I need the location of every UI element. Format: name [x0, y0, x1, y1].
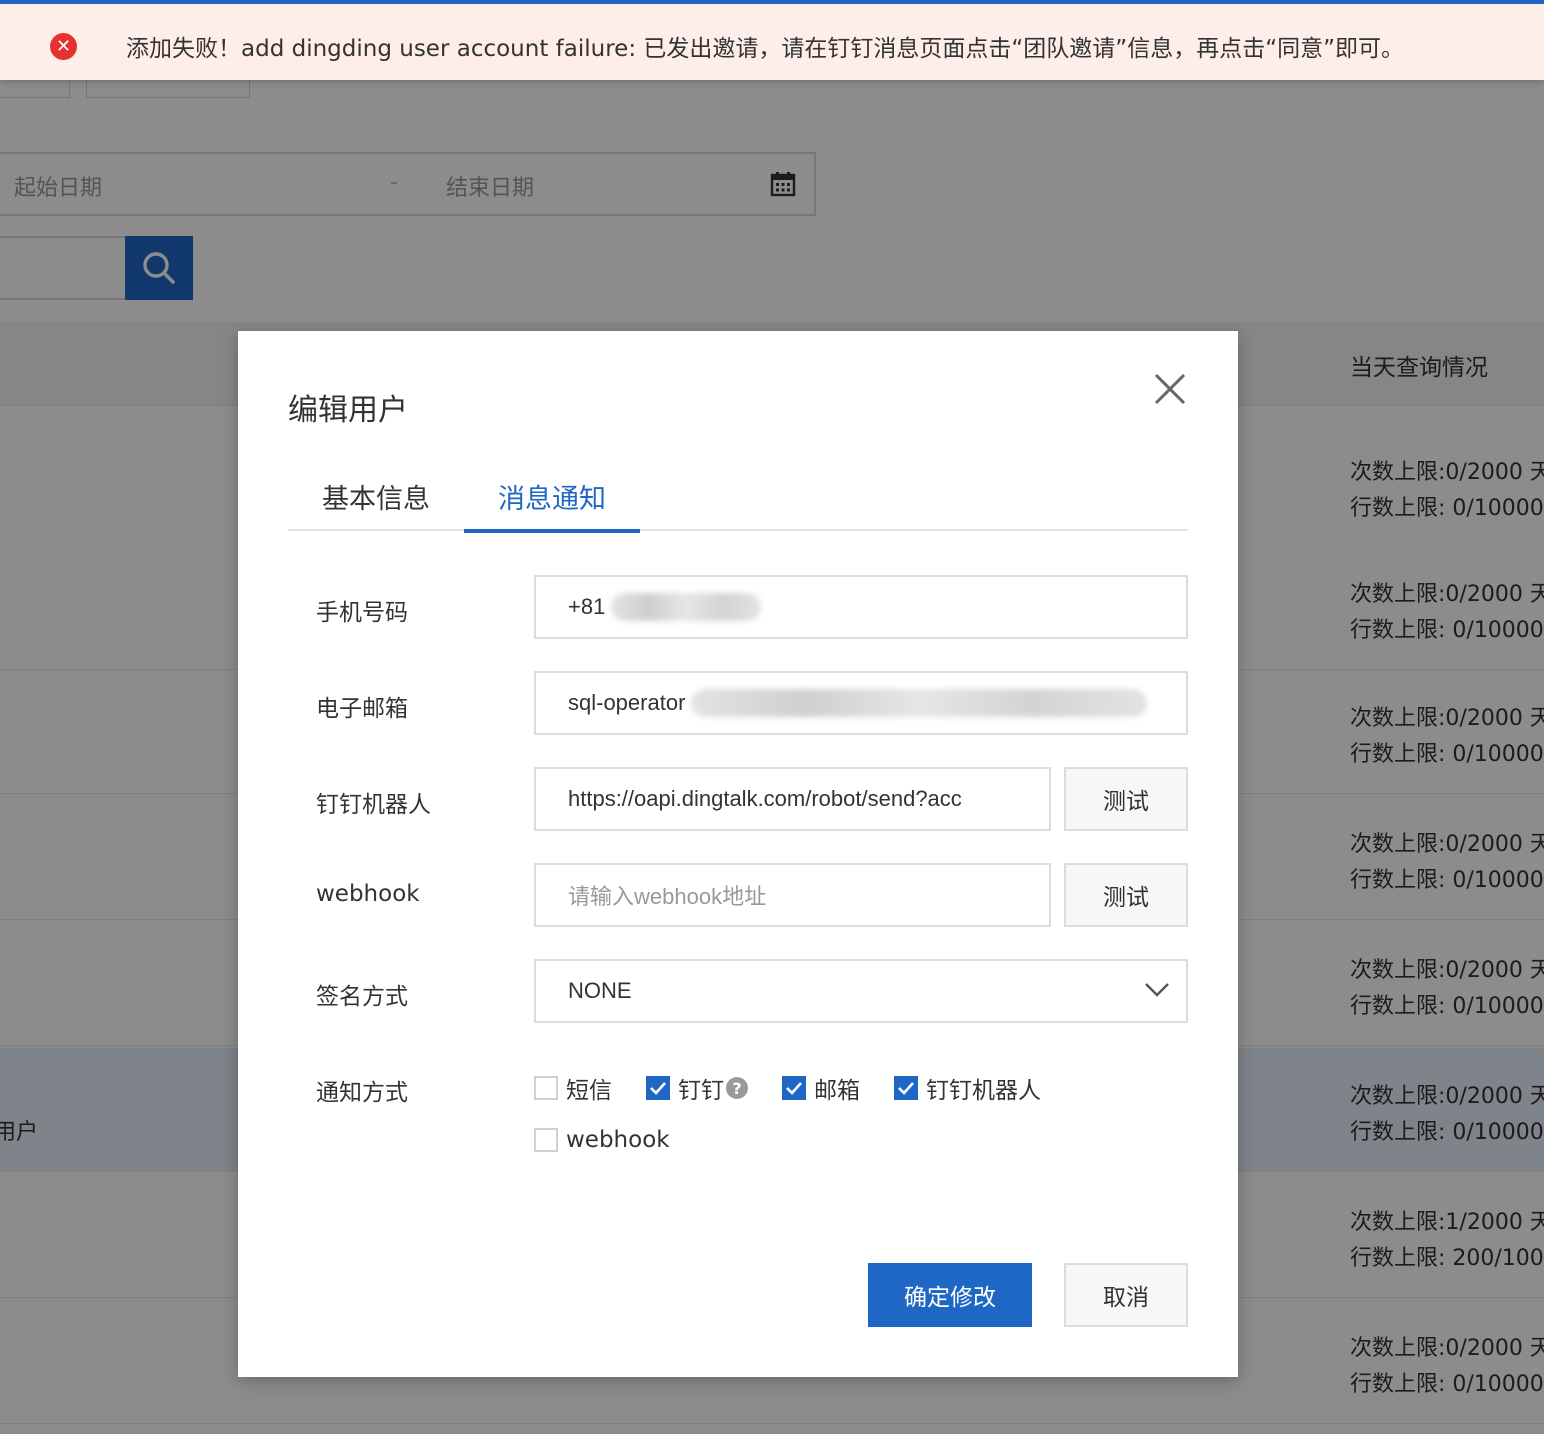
phone-label: 手机号码	[316, 600, 408, 626]
notify-method-label: 通知方式	[316, 1080, 408, 1106]
checkmark-icon	[650, 1082, 666, 1095]
redacted-email	[691, 689, 1148, 717]
robot-url-field[interactable]: https://oapi.dingtalk.com/robot/send?acc	[534, 767, 1051, 831]
checkmark-icon	[786, 1082, 802, 1095]
sign-method-select[interactable]: NONE	[534, 959, 1188, 1023]
edit-user-dialog: 编辑用户 基本信息 消息通知 手机号码 +81 电子邮箱 sql-operato…	[238, 331, 1238, 1377]
phone-field[interactable]: +81	[534, 575, 1188, 639]
webhook-field[interactable]: 请输入webhook地址	[534, 863, 1051, 927]
phone-value: +81	[568, 594, 606, 619]
checkbox-dingtalk-robot[interactable]: 钉钉机器人	[894, 1071, 1041, 1105]
cancel-button[interactable]: 取消	[1064, 1263, 1188, 1327]
checkbox-label: 钉钉机器人	[926, 1078, 1041, 1104]
checkbox-dingtalk[interactable]: 钉钉 ?	[646, 1071, 748, 1105]
alert-message: 添加失败！add dingding user account failure: …	[126, 36, 1405, 62]
checkbox-label: 钉钉	[678, 1078, 724, 1104]
checkbox-box-checked[interactable]	[894, 1076, 918, 1100]
checkbox-label: webhook	[566, 1127, 670, 1153]
checkbox-label: 短信	[566, 1078, 612, 1104]
checkbox-box-checked[interactable]	[782, 1076, 806, 1100]
error-alert: ✕ 添加失败！add dingding user account failure…	[0, 0, 1544, 80]
checkbox-box-checked[interactable]	[646, 1076, 670, 1100]
close-icon[interactable]	[1152, 371, 1188, 407]
checkbox-box[interactable]	[534, 1128, 558, 1152]
test-webhook-button[interactable]: 测试	[1064, 863, 1188, 927]
sign-method-label: 签名方式	[316, 984, 408, 1010]
tab-message-notification[interactable]: 消息通知	[464, 477, 640, 533]
redacted-phone	[611, 593, 762, 621]
tab-basic-info[interactable]: 基本信息	[288, 477, 464, 531]
robot-url-value: https://oapi.dingtalk.com/robot/send?acc	[568, 786, 962, 811]
email-value: sql-operator	[568, 690, 686, 715]
chevron-down-icon	[1145, 983, 1169, 997]
email-field[interactable]: sql-operator	[534, 671, 1188, 735]
help-icon[interactable]: ?	[726, 1077, 748, 1099]
checkbox-box[interactable]	[534, 1076, 558, 1100]
confirm-button[interactable]: 确定修改	[868, 1263, 1032, 1327]
robot-label: 钉钉机器人	[316, 792, 431, 818]
checkbox-webhook[interactable]: webhook	[534, 1127, 670, 1153]
checkbox-label: 邮箱	[814, 1078, 860, 1104]
dialog-title: 编辑用户	[288, 393, 408, 428]
checkmark-icon	[898, 1082, 914, 1095]
checkbox-sms[interactable]: 短信	[534, 1071, 612, 1105]
email-label: 电子邮箱	[316, 696, 408, 722]
checkbox-email[interactable]: 邮箱	[782, 1071, 860, 1105]
sign-method-value: NONE	[568, 978, 632, 1003]
webhook-placeholder: 请输入webhook地址	[568, 884, 767, 909]
webhook-label: webhook	[316, 881, 420, 907]
test-robot-button[interactable]: 测试	[1064, 767, 1188, 831]
dialog-tabs: 基本信息 消息通知	[288, 471, 1188, 533]
error-circle-icon: ✕	[50, 33, 77, 60]
